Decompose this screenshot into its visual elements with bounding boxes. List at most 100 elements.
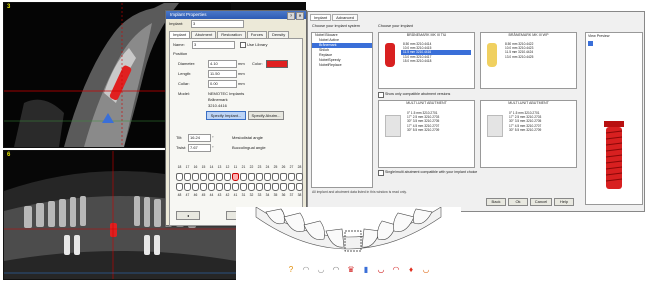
tooth-slot[interactable] bbox=[208, 183, 215, 191]
tooth-slot[interactable] bbox=[240, 173, 247, 181]
collar-field[interactable]: 0.00 bbox=[208, 80, 237, 88]
tab-implant[interactable]: Implant bbox=[169, 31, 191, 38]
specify-abutment-button[interactable]: Specify Abutm... bbox=[248, 111, 284, 120]
app-cancel-button[interactable]: Cancel bbox=[530, 198, 552, 206]
tab-implant-library[interactable]: Implant bbox=[310, 14, 332, 21]
tooth-slot[interactable] bbox=[272, 173, 279, 181]
diameter-field[interactable]: 4.10 bbox=[208, 60, 237, 68]
tooth-number: 24 bbox=[265, 165, 270, 169]
tooth-slot[interactable] bbox=[256, 183, 263, 191]
tab-abutment[interactable]: Abutment bbox=[191, 31, 217, 38]
implant-box-2[interactable]: BRÅNEMARK MK III WP 8.50 mm 3210.4422 10.… bbox=[480, 32, 577, 89]
tooth-slot[interactable] bbox=[256, 173, 263, 181]
tooth-number: 16 bbox=[193, 165, 198, 169]
implant-icon[interactable]: ▮ bbox=[361, 264, 371, 275]
tilt-field[interactable]: 16.24 bbox=[188, 134, 211, 142]
jaw-red-icon[interactable]: ◡ bbox=[376, 264, 386, 275]
app-help-button[interactable]: Help bbox=[554, 198, 574, 206]
abutment-box-1[interactable]: MULTI-UNIT ABUTMENT 0° 1.5 mm 3210.2701 1… bbox=[378, 100, 475, 168]
tree-item[interactable]: NobelReplace bbox=[312, 63, 372, 68]
abutment-list-2[interactable]: 0° 1.5 mm 3210.2701 17° 2.5 mm 3210.2703 3… bbox=[507, 111, 541, 132]
abutment-list-1[interactable]: 0° 1.5 mm 3210.2701 17° 2.5 mm 3210.2703 3… bbox=[405, 111, 439, 132]
twist-field[interactable]: 7.67 bbox=[188, 144, 211, 152]
jaw-orange-icon[interactable]: ◡ bbox=[421, 264, 431, 275]
tooth-slot[interactable] bbox=[224, 173, 231, 181]
diameter-label: Diameter: bbox=[178, 61, 196, 66]
tooth-slot[interactable] bbox=[200, 183, 207, 191]
use-library-checkbox[interactable] bbox=[240, 42, 246, 48]
close-icon[interactable]: ✕ bbox=[296, 12, 304, 20]
name-field-value: 3 bbox=[194, 42, 197, 47]
footnote-text: All implant and abutment data listed in … bbox=[312, 190, 407, 194]
tooth-number: 41 bbox=[233, 193, 238, 197]
jaw-red-2-icon[interactable]: ◠ bbox=[391, 264, 401, 275]
upper-jaw-icon[interactable]: ◠ bbox=[331, 264, 341, 275]
tooth-slot[interactable] bbox=[296, 173, 303, 181]
length-field[interactable]: 11.50 bbox=[208, 70, 237, 78]
tooth-slot[interactable] bbox=[216, 183, 223, 191]
scan-corner-label: 3 bbox=[7, 4, 11, 10]
tooth-slot[interactable] bbox=[296, 183, 303, 191]
model-line-2: Brånemark bbox=[208, 97, 228, 102]
tooth-slot[interactable] bbox=[288, 173, 295, 181]
abutment-list-item[interactable]: 30° 5.5 mm 3210.2709 bbox=[405, 128, 439, 132]
tooth-slot[interactable] bbox=[224, 183, 231, 191]
lower-jaw-icon[interactable]: ◡ bbox=[316, 264, 326, 275]
tooth-slot[interactable] bbox=[280, 183, 287, 191]
implant-list-item[interactable]: 13.0 mm 3210.4425 bbox=[503, 55, 573, 59]
app-ok-button[interactable]: Ok bbox=[508, 198, 528, 206]
tab-density[interactable]: Density bbox=[267, 31, 290, 38]
tooth-number: 37 bbox=[289, 193, 294, 197]
tooth-slot[interactable] bbox=[192, 173, 199, 181]
arrow-up-icon bbox=[487, 115, 503, 137]
tooth-slot[interactable] bbox=[280, 173, 287, 181]
tooth-slot[interactable] bbox=[288, 183, 295, 191]
tooth-slot[interactable] bbox=[176, 173, 183, 181]
implant-box-1[interactable]: BRÅNEMARK MK III TiU 8.50 mm 3210.4414 10… bbox=[378, 32, 475, 89]
implant-system-tree[interactable]: Nobel Biocare Nobel Active Brånemark Shiloh… bbox=[311, 32, 373, 188]
dialog-titlebar[interactable]: Implant Properties ? ✕ bbox=[166, 11, 306, 20]
help-icon[interactable]: ? bbox=[287, 12, 295, 20]
tooth-slot[interactable] bbox=[272, 183, 279, 191]
tooth-slot[interactable] bbox=[232, 173, 239, 181]
tab-forces[interactable]: Forces bbox=[246, 31, 267, 38]
color-swatch[interactable] bbox=[266, 60, 288, 68]
tooth-red-icon[interactable]: ♦ bbox=[406, 264, 416, 275]
abutment-list-item[interactable]: 30° 5.5 mm 3210.2709 bbox=[507, 128, 541, 132]
tooth-slot[interactable] bbox=[184, 183, 191, 191]
tooth-number: 45 bbox=[201, 193, 206, 197]
implant-select[interactable]: 3 bbox=[191, 20, 244, 28]
tooth-slot[interactable] bbox=[176, 183, 183, 191]
previous-button[interactable]: ◂ bbox=[176, 211, 200, 220]
tooth-slot[interactable] bbox=[264, 173, 271, 181]
tooth-slot[interactable] bbox=[264, 183, 271, 191]
tooth-slot[interactable] bbox=[208, 173, 215, 181]
tooth-slot[interactable] bbox=[184, 173, 191, 181]
abutment-list-item[interactable]: 30° 3.5 mm 3210.2705 bbox=[507, 119, 541, 123]
tab-advanced[interactable]: Advanced bbox=[332, 14, 358, 21]
compatible-checkbox[interactable] bbox=[378, 92, 384, 98]
tooth-slot[interactable] bbox=[240, 183, 247, 191]
question-icon[interactable]: ? bbox=[286, 264, 296, 275]
tab-restoration[interactable]: Restoration bbox=[217, 31, 246, 38]
back-button[interactable]: Back bbox=[486, 198, 506, 206]
tooth-slot[interactable] bbox=[216, 173, 223, 181]
abutment-box-header: MULTI-UNIT ABUTMENT bbox=[406, 101, 447, 105]
degree-unit: ° bbox=[212, 135, 214, 140]
tooth-slot[interactable] bbox=[248, 173, 255, 181]
abutment-list-item[interactable]: 30° 3.5 mm 3210.2705 bbox=[405, 119, 439, 123]
single-multi-checkbox[interactable] bbox=[378, 170, 384, 176]
name-field[interactable]: 3 bbox=[192, 41, 235, 49]
crown-icon[interactable]: ♛ bbox=[346, 264, 356, 275]
tooth-number: 23 bbox=[257, 165, 262, 169]
tooth-slot[interactable] bbox=[192, 183, 199, 191]
abutment-box-2[interactable]: MULTI-UNIT ABUTMENT 0° 1.5 mm 3210.2701 1… bbox=[480, 100, 577, 168]
implant-list-item[interactable]: 15.0 mm 3210.4418 bbox=[401, 59, 471, 63]
implant-list-2[interactable]: 8.50 mm 3210.4422 10.0 mm 3210.4423 11.5 m… bbox=[503, 42, 573, 59]
tooth-slot[interactable] bbox=[248, 183, 255, 191]
tooth-outline-icon[interactable]: ◠ bbox=[301, 264, 311, 275]
specify-implant-button[interactable]: Specify Implant... bbox=[206, 111, 246, 120]
tooth-slot[interactable] bbox=[232, 183, 239, 191]
implant-list-1[interactable]: 8.50 mm 3210.4414 10.0 mm 3210.4415 11.5 m… bbox=[401, 42, 471, 63]
tooth-slot[interactable] bbox=[200, 173, 207, 181]
